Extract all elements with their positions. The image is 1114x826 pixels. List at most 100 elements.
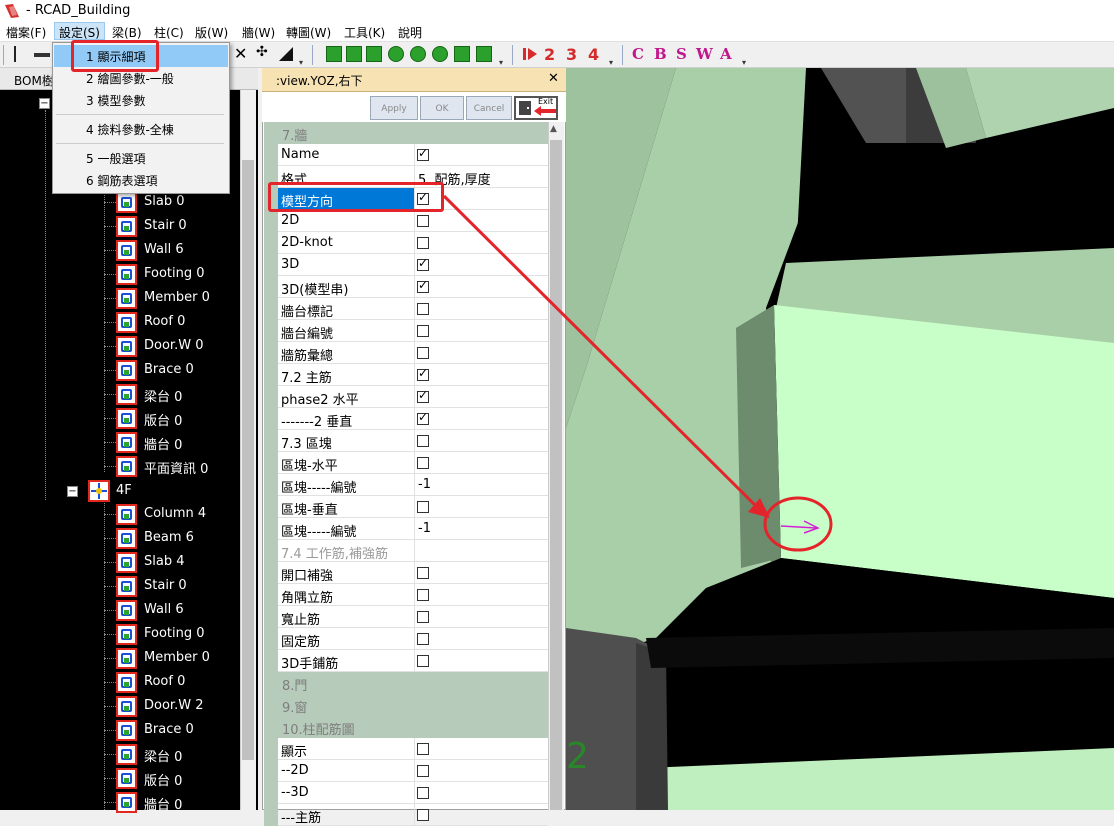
tree-item[interactable]: Stair 0 bbox=[0, 214, 240, 238]
grid-row[interactable]: -------2 垂直 bbox=[278, 408, 548, 430]
model-tool-2-icon[interactable] bbox=[346, 46, 362, 62]
tree-item[interactable]: Roof 0 bbox=[0, 310, 240, 334]
view-4-button[interactable]: 4 bbox=[588, 45, 599, 64]
grid-row[interactable]: 角隅立筋 bbox=[278, 584, 548, 606]
model-tool-7-icon[interactable] bbox=[454, 46, 470, 62]
grid-row-checkbox[interactable] bbox=[417, 743, 429, 755]
tree-item[interactable]: Door.W 0 bbox=[0, 334, 240, 358]
slab-filter-button[interactable]: S bbox=[676, 45, 687, 63]
grid-row-checkbox[interactable] bbox=[417, 388, 429, 403]
grid-row[interactable]: 7.2 主筋 bbox=[278, 364, 548, 386]
grid-row[interactable]: 牆筋彙總 bbox=[278, 342, 548, 364]
floor-node-label[interactable]: 4F bbox=[116, 483, 132, 498]
grid-row[interactable]: 牆台編號 bbox=[278, 320, 548, 342]
tree-item[interactable]: 梁台 0 bbox=[0, 382, 240, 406]
tree-item[interactable]: 牆台 0 bbox=[0, 790, 240, 814]
grid-row[interactable]: Name bbox=[278, 144, 548, 166]
model-tool-6-icon[interactable] bbox=[432, 46, 448, 62]
grid-row[interactable]: phase2 水平 bbox=[278, 386, 548, 408]
collapse-toggle-icon[interactable]: − bbox=[67, 486, 78, 497]
model-tool-4-icon[interactable] bbox=[388, 46, 404, 62]
tree-item[interactable]: Member 0 bbox=[0, 286, 240, 310]
3d-viewport[interactable]: 2 bbox=[566, 68, 1114, 810]
menu-item-model-params[interactable]: 3 模型參數 bbox=[86, 92, 145, 109]
grid-row-checkbox[interactable] bbox=[417, 501, 429, 513]
grid-row[interactable]: 牆台標記 bbox=[278, 298, 548, 320]
tree-item[interactable]: Stair 0 bbox=[0, 574, 240, 598]
tree-scrollbar-thumb[interactable] bbox=[242, 160, 254, 760]
grid-row[interactable]: 區塊-----編號 -1 bbox=[278, 474, 548, 496]
menu-column[interactable]: 柱(C) bbox=[154, 24, 184, 41]
floor-node-icon[interactable] bbox=[88, 480, 110, 502]
menu-file[interactable]: 檔案(F) bbox=[6, 24, 46, 41]
menu-settings[interactable]: 設定(S) bbox=[54, 22, 105, 40]
toolbar-overflow-icon[interactable]: ▾ bbox=[609, 58, 613, 67]
grid-row[interactable]: 2D bbox=[278, 210, 548, 232]
toolbar-overflow-icon[interactable]: ▾ bbox=[742, 58, 746, 67]
tree-item[interactable]: Roof 0 bbox=[0, 670, 240, 694]
grid-row[interactable]: 2D-knot bbox=[278, 232, 548, 254]
grid-row-checkbox[interactable] bbox=[417, 457, 429, 469]
grid-row-checkbox[interactable] bbox=[417, 410, 429, 425]
tree-item[interactable]: 平面資訊 0 bbox=[0, 454, 240, 478]
all-filter-button[interactable]: A bbox=[720, 45, 732, 63]
grid-row[interactable]: ---主筋 bbox=[278, 804, 548, 826]
3d-model-render[interactable]: 2 bbox=[566, 68, 1114, 810]
beam-tool-icon[interactable] bbox=[34, 53, 50, 57]
menu-item-takeoff-params[interactable]: 4 撿料參數-全棟 bbox=[86, 121, 174, 138]
play-step-icon[interactable] bbox=[522, 46, 538, 62]
tree-item[interactable]: Footing 0 bbox=[0, 262, 240, 286]
grid-row[interactable]: 區塊-水平 bbox=[278, 452, 548, 474]
grid-scrollbar-thumb[interactable] bbox=[550, 140, 562, 810]
tree-item[interactable]: Footing 0 bbox=[0, 622, 240, 646]
grid-row-checkbox[interactable] bbox=[417, 237, 429, 249]
tree-item[interactable]: 版台 0 bbox=[0, 406, 240, 430]
grid-row-checkbox[interactable] bbox=[417, 303, 429, 315]
grid-row-checkbox[interactable] bbox=[417, 347, 429, 359]
triangle-tool-icon[interactable] bbox=[278, 46, 294, 62]
menu-tools[interactable]: 工具(K) bbox=[344, 24, 385, 41]
tree-item[interactable]: 梁台 0 bbox=[0, 742, 240, 766]
grid-row[interactable]: 3D bbox=[278, 254, 548, 276]
tree-item[interactable]: Brace 0 bbox=[0, 718, 240, 742]
menu-wall[interactable]: 牆(W) bbox=[242, 24, 275, 41]
view-3-button[interactable]: 3 bbox=[566, 45, 577, 64]
menu-convert[interactable]: 轉圖(W) bbox=[286, 24, 331, 41]
grid-row[interactable]: 顯示 bbox=[278, 738, 548, 760]
tree-item[interactable]: Slab 4 bbox=[0, 550, 240, 574]
tree-item[interactable]: 牆台 0 bbox=[0, 430, 240, 454]
grid-row-checkbox[interactable] bbox=[417, 215, 429, 227]
grid-row-checkbox[interactable] bbox=[417, 611, 429, 623]
model-tool-5-icon[interactable] bbox=[410, 46, 426, 62]
view-2-button[interactable]: 2 bbox=[544, 45, 555, 64]
apply-button[interactable]: Apply bbox=[370, 96, 418, 120]
menu-item-rebar-table-options[interactable]: 6 鋼筋表選項 bbox=[86, 172, 157, 189]
grid-row-checkbox[interactable] bbox=[417, 278, 429, 293]
grid-row-checkbox[interactable] bbox=[417, 655, 429, 667]
wall-filter-button[interactable]: W bbox=[696, 45, 713, 63]
tree-item[interactable]: Beam 6 bbox=[0, 526, 240, 550]
grid-row-checkbox[interactable] bbox=[417, 633, 429, 645]
menu-item-general-options[interactable]: 5 一般選項 bbox=[86, 150, 145, 167]
grid-row-value[interactable]: -1 bbox=[418, 477, 431, 492]
grid-row[interactable]: 3D手鋪筋 bbox=[278, 650, 548, 672]
grid-row-value[interactable]: -1 bbox=[418, 521, 431, 536]
beam-filter-button[interactable]: B bbox=[654, 45, 667, 63]
grid-row[interactable]: 固定筋 bbox=[278, 628, 548, 650]
grid-row[interactable]: 7.3 區塊 bbox=[278, 430, 548, 452]
model-tool-8-icon[interactable] bbox=[476, 46, 492, 62]
menu-item-drawing-params[interactable]: 2 繪圖參數-一般 bbox=[86, 70, 174, 87]
menu-slab[interactable]: 版(W) bbox=[195, 24, 228, 41]
grid-row-checkbox[interactable] bbox=[417, 435, 429, 447]
grid-category[interactable]: 9.窗 bbox=[264, 694, 548, 716]
tree-item[interactable]: Wall 6 bbox=[0, 598, 240, 622]
close-icon[interactable]: ✕ bbox=[548, 71, 559, 86]
tree-item[interactable]: 版台 0 bbox=[0, 766, 240, 790]
scroll-up-icon[interactable]: ▲ bbox=[550, 124, 557, 134]
tree-item[interactable]: Column 4 bbox=[0, 502, 240, 526]
grid-row[interactable]: 寬止筋 bbox=[278, 606, 548, 628]
grid-row-checkbox[interactable] bbox=[417, 809, 429, 821]
ok-button[interactable]: OK bbox=[420, 96, 464, 120]
grid-category[interactable]: 10.柱配筋圖 bbox=[264, 716, 548, 738]
menu-beam[interactable]: 梁(B) bbox=[112, 24, 142, 41]
